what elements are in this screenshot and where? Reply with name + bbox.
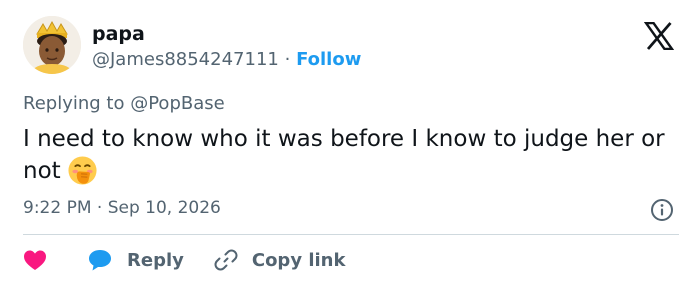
x-logo-icon[interactable] (644, 22, 674, 50)
tweet-actions: Reply Copy link (23, 246, 345, 274)
author-handle-row: @James8854247111 · Follow (92, 48, 361, 72)
divider (23, 234, 679, 235)
tweet-date: Sep 10, 2026 (107, 198, 221, 218)
face-with-hand-over-mouth-icon (68, 156, 97, 185)
author-name[interactable]: papa (92, 22, 145, 46)
tweet-time: 9:22 PM (23, 198, 92, 218)
avatar[interactable] (23, 16, 81, 74)
reply-mention-link[interactable]: @PopBase (130, 93, 224, 114)
copy-link-label: Copy link (251, 249, 346, 271)
follow-button[interactable]: Follow (296, 49, 361, 70)
timestamp-separator: · (96, 198, 103, 218)
reply-button[interactable]: Reply (87, 248, 184, 272)
reply-context-prefix: Replying to (23, 93, 125, 114)
tweet-body: I need to know who it was before I know … (23, 126, 665, 184)
like-button[interactable] (23, 249, 47, 271)
copy-link-button[interactable]: Copy link (214, 248, 346, 272)
heart-icon (24, 250, 46, 270)
link-icon (214, 249, 238, 271)
author-handle[interactable]: @James8854247111 (92, 49, 279, 70)
tweet-timestamp[interactable]: 9:22 PM · Sep 10, 2026 (23, 196, 221, 220)
avatar-image (23, 16, 81, 74)
reply-context: Replying to @PopBase (23, 92, 225, 116)
reply-label: Reply (127, 249, 184, 271)
info-icon[interactable] (650, 198, 674, 222)
handle-separator: · (284, 49, 291, 70)
tweet-text: I need to know who it was before I know … (23, 124, 673, 187)
speech-bubble-icon (89, 250, 111, 271)
